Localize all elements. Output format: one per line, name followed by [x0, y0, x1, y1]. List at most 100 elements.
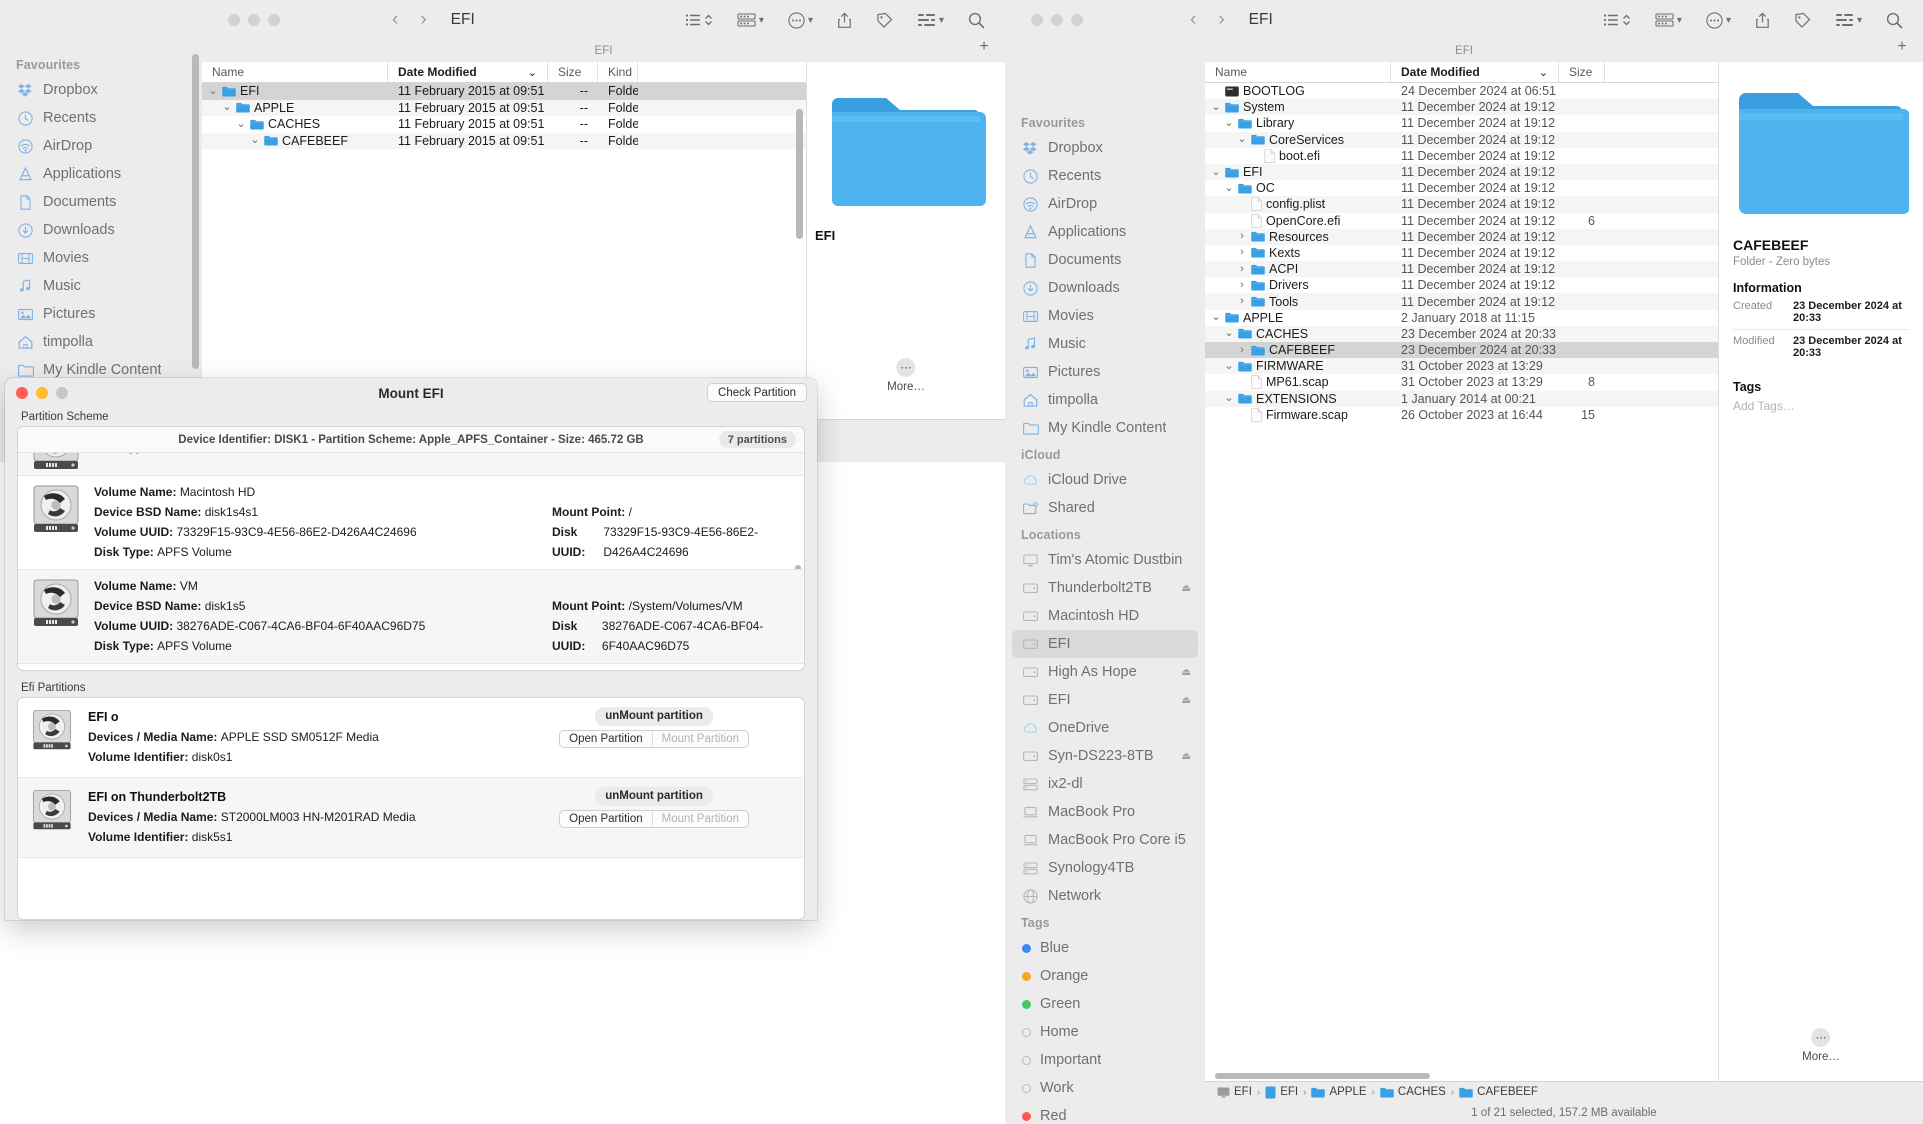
window-controls-left[interactable]: [228, 14, 280, 26]
sidebar-item-downloads[interactable]: Downloads: [1005, 274, 1205, 302]
sidebar-item-timpolla[interactable]: timpolla: [0, 328, 202, 356]
preview-more-left[interactable]: ⋯ More…: [887, 358, 925, 393]
chevron-down-icon[interactable]: ⌄: [1211, 101, 1221, 113]
column-header-size[interactable]: Size: [548, 62, 598, 82]
chevron-down-icon[interactable]: ▾: [939, 15, 944, 26]
sidebar-item-efi[interactable]: EFI ⏏: [1005, 686, 1205, 714]
sidebar-tag-orange[interactable]: Orange: [1005, 962, 1205, 990]
maximize-button[interactable]: [56, 387, 68, 399]
column-header-date-modified[interactable]: Date Modified ⌄: [1391, 62, 1559, 82]
sidebar-item-pictures[interactable]: Pictures: [0, 300, 202, 328]
file-name-cell[interactable]: › Drivers: [1205, 278, 1391, 292]
mount-efi-window-controls[interactable]: [16, 387, 68, 399]
sidebar-tag-home[interactable]: Home: [1005, 1018, 1205, 1046]
chevron-down-icon[interactable]: ⌄: [1224, 182, 1234, 194]
breadcrumb-item[interactable]: APPLE: [1311, 1086, 1367, 1098]
chevron-down-icon[interactable]: ⌄: [1224, 117, 1234, 129]
path-bar-right[interactable]: EFI › EFI › APPLE › CACHES › CAFEBEEF: [1205, 1081, 1923, 1102]
partition-button-group[interactable]: Open Partition Mount Partition: [559, 729, 749, 748]
table-row[interactable]: › ACPI 11 December 2024 at 19:12: [1205, 261, 1718, 278]
table-row[interactable]: boot.efi 11 December 2024 at 19:12: [1205, 148, 1718, 164]
table-row[interactable]: Firmware.scap 26 October 2023 at 16:44 15: [1205, 407, 1718, 423]
sidebar-item-macbook-pro-core-i5[interactable]: MacBook Pro Core i5: [1005, 826, 1205, 854]
chevron-right-icon[interactable]: ›: [1237, 231, 1247, 242]
table-row[interactable]: ⌄ EFI 11 February 2015 at 09:51 -- Folde: [202, 83, 806, 100]
table-row[interactable]: ⌄ CAFEBEEF 11 February 2015 at 09:51 -- Fold…: [202, 132, 806, 149]
tab-label-right[interactable]: EFI: [1455, 45, 1473, 57]
chevron-down-icon[interactable]: ⌄: [1237, 134, 1247, 145]
file-name-cell[interactable]: ⌄ OC: [1205, 181, 1391, 195]
table-row[interactable]: ⌄ FIRMWARE 31 October 2023 at 13:29: [1205, 358, 1718, 375]
chevron-down-icon[interactable]: ▾: [1857, 15, 1862, 26]
table-row[interactable]: ⌄ EFI 11 December 2024 at 19:12: [1205, 163, 1718, 181]
column-header-name[interactable]: Name: [1205, 62, 1391, 82]
sidebar-item-ix2-dl[interactable]: ix2-dl: [1005, 770, 1205, 798]
sidebar-item-dropbox[interactable]: Dropbox: [0, 76, 202, 104]
file-name-cell[interactable]: ⌄ FIRMWARE: [1205, 359, 1391, 373]
chevron-right-icon[interactable]: ›: [1237, 296, 1247, 307]
file-name-cell[interactable]: › ACPI: [1205, 262, 1391, 276]
eject-icon[interactable]: ⏏: [1182, 667, 1191, 678]
sidebar-item-airdrop[interactable]: AirDrop: [0, 132, 202, 160]
sidebar-item-syn-ds223-8tb[interactable]: Syn-DS223-8TB ⏏: [1005, 742, 1205, 770]
table-row[interactable]: ⌄ EXTENSIONS 1 January 2014 at 00:21: [1205, 390, 1718, 407]
chevron-down-icon[interactable]: ⌄: [222, 102, 232, 113]
column-header-size[interactable]: Size: [1559, 62, 1605, 82]
file-name-cell[interactable]: › Kexts: [1205, 246, 1391, 260]
sidebar-item-macintosh-hd[interactable]: Macintosh HD: [1005, 602, 1205, 630]
chevron-down-icon[interactable]: ⌄: [1211, 166, 1221, 178]
sidebar-tag-work[interactable]: Work: [1005, 1074, 1205, 1102]
efi-partition-row[interactable]: EFI o Devices / Media Name: APPLE SSD SM0…: [18, 698, 804, 778]
ellipsis-icon[interactable]: ⋯: [1811, 1028, 1831, 1047]
file-name-cell[interactable]: ⌄ EFI: [202, 84, 388, 98]
file-name-cell[interactable]: Firmware.scap: [1205, 408, 1391, 422]
file-name-cell[interactable]: ⌄ EXTENSIONS: [1205, 392, 1391, 406]
volume-row[interactable]: Volume Name: UpdateDevice BSD Name: disk…: [18, 664, 804, 670]
file-name-cell[interactable]: › Tools: [1205, 295, 1391, 309]
sidebar-item-documents[interactable]: Documents: [1005, 246, 1205, 274]
file-name-cell[interactable]: ⌄ System: [1205, 100, 1391, 114]
sidebar-item-high-as-hope[interactable]: High As Hope ⏏: [1005, 658, 1205, 686]
volume-row[interactable]: Disk Type: APFS Volume: [18, 453, 804, 476]
group-by-icon[interactable]: ▾: [1655, 13, 1682, 27]
forward-icon[interactable]: ›: [1218, 9, 1224, 31]
file-name-cell[interactable]: ⌄ APPLE: [202, 101, 388, 115]
sort-chevron-icon[interactable]: ⌄: [1539, 66, 1548, 79]
open-partition-button[interactable]: Open Partition: [560, 731, 652, 747]
sidebar-item-documents[interactable]: Documents: [0, 188, 202, 216]
file-name-cell[interactable]: › CAFEBEEF: [1205, 343, 1391, 357]
volume-list[interactable]: Disk Type: APFS VolumeVolume Name: Macin…: [18, 453, 804, 670]
sidebar-item-synology4tb[interactable]: Synology4TB: [1005, 854, 1205, 882]
chevron-down-icon[interactable]: ⌄: [1224, 360, 1234, 372]
file-name-cell[interactable]: ⌄ EFI: [1205, 165, 1391, 179]
minimize-button[interactable]: [1051, 14, 1063, 26]
sidebar-item-applications[interactable]: Applications: [0, 160, 202, 188]
table-row[interactable]: BOOTLOG 24 December 2024 at 06:51: [1205, 83, 1718, 99]
file-list-right[interactable]: BOOTLOG 24 December 2024 at 06:51 ⌄ System 1…: [1205, 83, 1718, 1072]
chevron-down-icon[interactable]: ⌄: [250, 135, 260, 146]
list-view-icon[interactable]: [685, 13, 713, 27]
sidebar-item-pictures[interactable]: Pictures: [1005, 358, 1205, 386]
chevron-down-icon[interactable]: ⌄: [1211, 312, 1221, 323]
list-view-icon[interactable]: [1603, 13, 1631, 27]
table-row[interactable]: MP61.scap 31 October 2023 at 13:29 8: [1205, 374, 1718, 390]
sidebar-item-shared[interactable]: Shared: [1005, 494, 1205, 522]
add-tags-field[interactable]: Add Tags…: [1733, 399, 1909, 413]
file-name-cell[interactable]: ⌄ Library: [1205, 116, 1391, 130]
share-icon[interactable]: [837, 12, 852, 29]
arrange-icon[interactable]: ▾: [1835, 12, 1862, 28]
tag-icon[interactable]: [876, 12, 893, 28]
file-name-cell[interactable]: ⌄ CACHES: [202, 117, 388, 131]
sidebar-item-icloud-drive[interactable]: iCloud Drive: [1005, 466, 1205, 494]
efi-partition-row[interactable]: EFI on Thunderbolt2TB Devices / Media Nam…: [18, 778, 804, 858]
minimize-button[interactable]: [248, 14, 260, 26]
back-icon[interactable]: ‹: [392, 9, 398, 31]
sidebar-item-music[interactable]: Music: [0, 272, 202, 300]
ellipsis-icon[interactable]: ⋯: [896, 358, 916, 377]
sidebar-item-applications[interactable]: Applications: [1005, 218, 1205, 246]
chevron-down-icon[interactable]: ⌄: [208, 85, 218, 97]
breadcrumb-item[interactable]: EFI: [1217, 1086, 1252, 1098]
column-headers-left[interactable]: Name Date Modified ⌄ Size Kind: [202, 62, 806, 83]
breadcrumb-item[interactable]: CAFEBEEF: [1459, 1086, 1538, 1098]
sidebar-item-music[interactable]: Music: [1005, 330, 1205, 358]
